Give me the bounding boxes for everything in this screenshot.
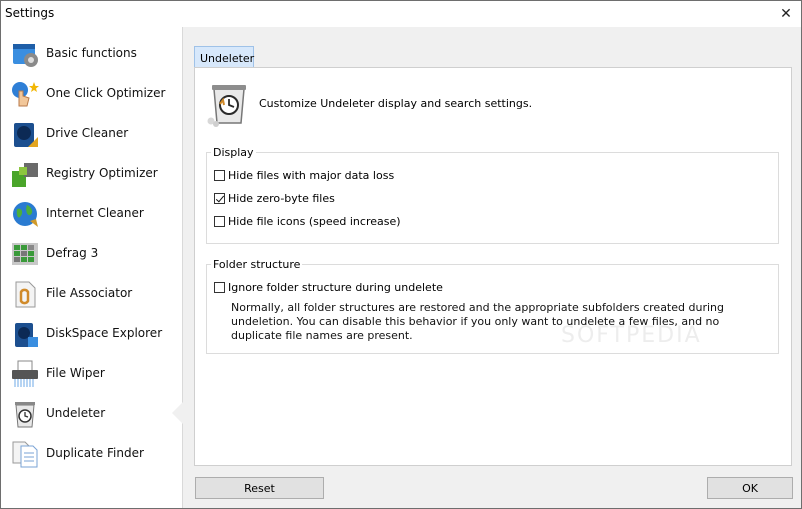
sidebar-item-internet-cleaner[interactable]: Internet Cleaner [1, 194, 182, 234]
hide-file-icons-option[interactable]: Hide file icons (speed increase) [214, 213, 401, 229]
hide-major-data-loss-checkbox[interactable] [214, 169, 225, 181]
sidebar-item-one-click-optimizer[interactable]: One Click Optimizer [1, 74, 182, 114]
header-description: Customize Undeleter display and search s… [259, 97, 533, 110]
sidebar-item-label: Drive Cleaner [46, 126, 129, 140]
sidebar-item-defrag[interactable]: Defrag 3 [1, 234, 182, 274]
undeleter-icon [15, 402, 35, 428]
hide-major-data-loss-option[interactable]: Hide files with major data loss [214, 167, 394, 183]
duplicate-finder-icon [12, 441, 38, 468]
diskspace-explorer-icon [15, 323, 38, 347]
sidebar-item-label: Registry Optimizer [46, 166, 158, 180]
tab-undeleter[interactable]: Undeleter [194, 46, 254, 68]
tab-label: Undeleter [200, 52, 255, 65]
hide-zero-byte-checkbox[interactable] [214, 192, 225, 204]
defrag-icon [12, 243, 38, 265]
file-associator-icon [15, 281, 36, 308]
watermark: SOFTPEDIA [561, 323, 702, 348]
sidebar-item-label: Defrag 3 [46, 246, 99, 260]
sidebar-item-diskspace-explorer[interactable]: DiskSpace Explorer [1, 314, 182, 354]
checkbox-label: Hide zero-byte files [228, 191, 335, 205]
internet-cleaner-icon [13, 202, 38, 227]
basic-functions-icon [13, 44, 38, 67]
sidebar-item-drive-cleaner[interactable]: Drive Cleaner [1, 114, 182, 154]
hide-zero-byte-option[interactable]: Hide zero-byte files [214, 190, 335, 206]
close-icon[interactable]: ✕ [771, 1, 801, 27]
ignore-folder-structure-checkbox[interactable] [214, 281, 225, 293]
selected-indicator [172, 402, 183, 424]
window-title: Settings [5, 6, 55, 20]
folder-structure-group-title: Folder structure [211, 258, 303, 271]
undeleter-header-icon [207, 85, 246, 127]
sidebar-item-label: Duplicate Finder [46, 446, 144, 460]
sidebar-item-registry-optimizer[interactable]: Registry Optimizer [1, 154, 182, 194]
file-wiper-icon [12, 360, 38, 387]
ok-button[interactable]: OK [707, 477, 793, 499]
sidebar: Basic functions One Click Optimizer Driv… [1, 27, 183, 508]
checkbox-label: Ignore folder structure during undelete [228, 280, 443, 294]
sidebar-item-label: Undeleter [46, 406, 106, 420]
sidebar-item-label: File Associator [46, 286, 133, 300]
drive-cleaner-icon [14, 123, 38, 147]
display-group-title: Display [211, 146, 256, 159]
sidebar-item-file-wiper[interactable]: File Wiper [1, 354, 182, 394]
settings-window: Settings ✕ Basic functions One Click Opt… [0, 0, 802, 509]
sidebar-item-label: Internet Cleaner [46, 206, 144, 220]
registry-optimizer-icon [12, 163, 38, 187]
sidebar-item-label: File Wiper [46, 366, 105, 380]
sidebar-item-file-associator[interactable]: File Associator [1, 274, 182, 314]
sidebar-item-basic-functions[interactable]: Basic functions [1, 34, 182, 74]
ignore-folder-structure-option[interactable]: Ignore folder structure during undelete [214, 279, 443, 295]
sidebar-item-label: DiskSpace Explorer [46, 326, 163, 340]
hide-file-icons-checkbox[interactable] [214, 215, 225, 227]
sidebar-item-undeleter[interactable]: Undeleter [1, 394, 182, 434]
sidebar-item-label: Basic functions [46, 46, 137, 60]
sidebar-item-label: One Click Optimizer [46, 86, 166, 100]
sidebar-item-duplicate-finder[interactable]: Duplicate Finder [1, 434, 182, 474]
checkbox-label: Hide files with major data loss [228, 168, 395, 182]
one-click-optimizer-icon [12, 82, 39, 107]
reset-button[interactable]: Reset [195, 477, 324, 499]
checkbox-label: Hide file icons (speed increase) [228, 214, 401, 228]
title-bar: Settings ✕ [1, 1, 801, 27]
